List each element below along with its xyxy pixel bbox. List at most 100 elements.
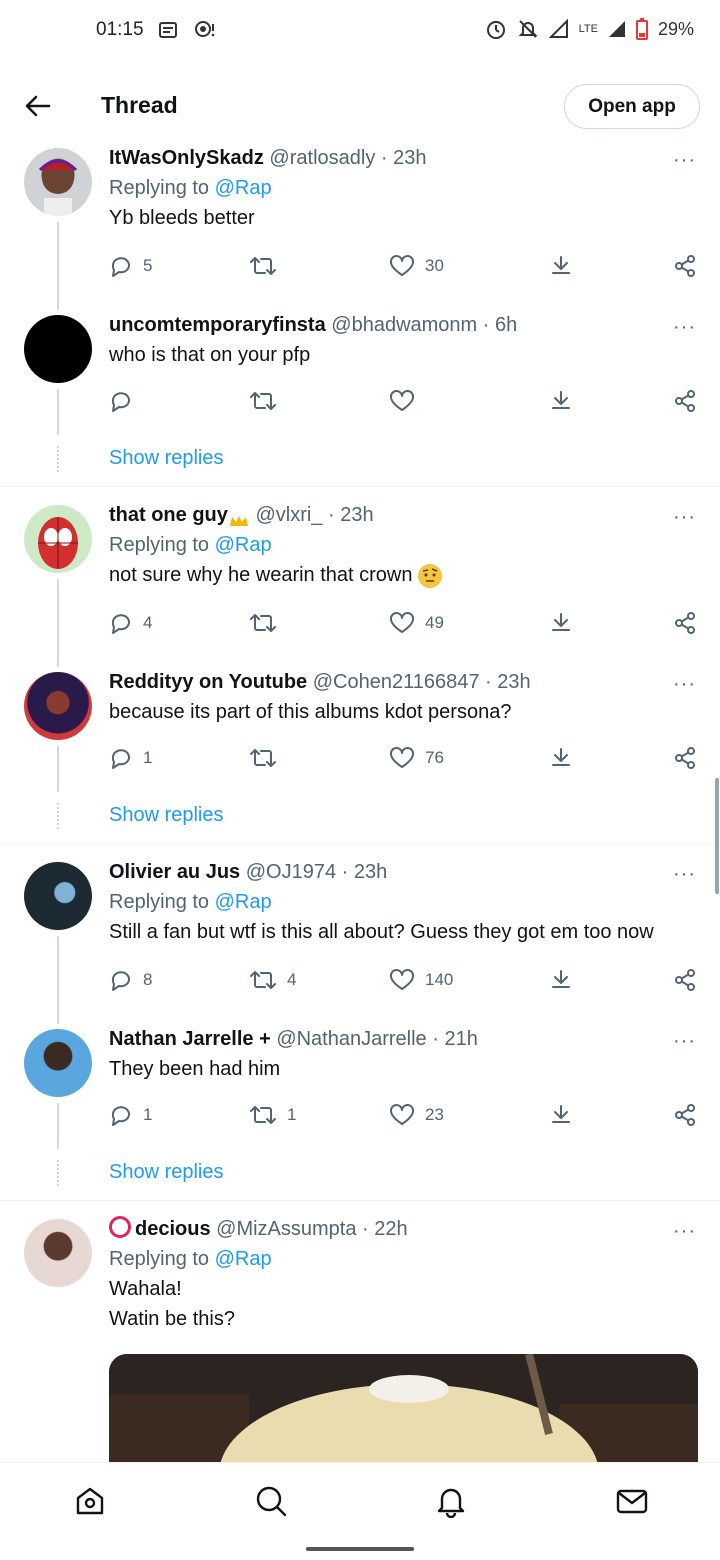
retweet-button[interactable] — [249, 746, 287, 770]
handle[interactable]: @OJ1974 — [246, 861, 336, 883]
timestamp[interactable]: · 21h — [432, 1028, 478, 1050]
display-name[interactable]: uncomtemporaryfinsta — [109, 314, 326, 336]
mention-link[interactable]: @Rap — [215, 534, 272, 556]
share-button[interactable] — [673, 746, 697, 770]
handle[interactable]: @ratlosadly — [269, 147, 375, 169]
reply-count: 1 — [143, 1105, 153, 1124]
replying-label: Replying to — [109, 534, 210, 556]
nav-messages[interactable] — [612, 1481, 652, 1521]
retweet-button[interactable]: 1 — [249, 1103, 296, 1127]
avatar[interactable] — [24, 505, 92, 573]
scrollbar[interactable] — [715, 778, 719, 894]
show-replies-link[interactable]: Show replies — [109, 1161, 224, 1184]
more-options-button[interactable]: ··· — [673, 863, 696, 886]
handle[interactable]: @Cohen21166847 — [313, 671, 480, 693]
display-name[interactable]: Olivier au Jus — [109, 861, 240, 883]
share-button[interactable] — [673, 389, 697, 413]
tweet[interactable]: uncomtemporaryfinsta @bhadwamonm · 6h ··… — [109, 312, 696, 370]
nav-home[interactable] — [70, 1481, 110, 1521]
more-options-button[interactable]: ··· — [673, 1030, 696, 1053]
display-name[interactable]: ItWasOnlySkadz — [109, 147, 264, 169]
mention-link[interactable]: @Rap — [215, 177, 272, 199]
timestamp[interactable]: · 23h — [342, 861, 388, 883]
more-options-button[interactable]: ··· — [673, 1220, 696, 1243]
share-button[interactable] — [673, 1103, 697, 1127]
avatar[interactable] — [24, 1219, 92, 1287]
more-options-button[interactable]: ··· — [673, 149, 696, 172]
more-options-button[interactable]: ··· — [673, 316, 696, 339]
timestamp[interactable]: · 23h — [485, 671, 531, 693]
tweet[interactable]: Olivier au Jus @OJ1974 · 23h ··· Replyin… — [109, 859, 696, 947]
more-options-button[interactable]: ··· — [673, 673, 696, 696]
battery-icon — [635, 18, 648, 40]
reply-button[interactable]: 8 — [109, 968, 152, 992]
handle[interactable]: @NathanJarrelle — [276, 1028, 426, 1050]
heart-icon — [389, 1103, 415, 1127]
tweet[interactable]: Nathan Jarrelle + @NathanJarrelle · 21h … — [109, 1026, 696, 1084]
share-button[interactable] — [673, 968, 697, 992]
timestamp[interactable]: · 23h — [381, 147, 427, 169]
back-button[interactable] — [20, 88, 56, 124]
share-button[interactable] — [673, 611, 697, 635]
handle[interactable]: @bhadwamonm — [331, 314, 477, 336]
like-button[interactable]: 49 — [389, 611, 444, 635]
avatar[interactable] — [24, 1029, 92, 1097]
home-indicator[interactable] — [306, 1547, 414, 1551]
avatar[interactable] — [24, 315, 92, 383]
download-share-button[interactable] — [549, 1103, 573, 1127]
like-button[interactable] — [389, 389, 425, 413]
display-name[interactable]: Reddityy on Youtube — [109, 671, 307, 693]
download-share-button[interactable] — [549, 968, 573, 992]
status-time: 01:15 — [96, 19, 144, 40]
display-name[interactable]: Nathan Jarrelle + — [109, 1028, 271, 1050]
reply-button[interactable]: 1 — [109, 1103, 152, 1127]
handle[interactable]: @vlxri_ — [255, 504, 322, 526]
tweet-actions: 1 76 — [109, 746, 698, 776]
open-app-button[interactable]: Open app — [564, 84, 700, 129]
heart-icon — [389, 254, 415, 278]
more-options-button[interactable]: ··· — [673, 506, 696, 529]
handle[interactable]: @MizAssumpta — [216, 1218, 356, 1240]
home-icon — [76, 1487, 104, 1515]
reply-button[interactable]: 1 — [109, 746, 152, 770]
show-replies-link[interactable]: Show replies — [109, 447, 224, 470]
tweet-actions: 4 49 — [109, 611, 698, 641]
like-count: 49 — [425, 613, 444, 632]
display-name[interactable]: that one guy — [109, 504, 228, 526]
like-button[interactable]: 76 — [389, 746, 444, 770]
reply-button[interactable] — [109, 389, 143, 413]
like-button[interactable]: 140 — [389, 968, 453, 992]
timestamp[interactable]: · 23h — [328, 504, 374, 526]
tweet[interactable]: Reddityy on Youtube @Cohen21166847 · 23h… — [109, 669, 696, 727]
timestamp[interactable]: · 22h — [362, 1218, 408, 1240]
tweet[interactable]: decious @MizAssumpta · 22h ··· Replying … — [109, 1216, 696, 1334]
share-button[interactable] — [673, 254, 697, 278]
avatar[interactable] — [24, 862, 92, 930]
avatar[interactable] — [24, 148, 92, 216]
like-button[interactable]: 23 — [389, 1103, 444, 1127]
reply-button[interactable]: 4 — [109, 611, 152, 635]
download-share-button[interactable] — [549, 389, 573, 413]
reply-button[interactable]: 5 — [109, 254, 152, 278]
retweet-button[interactable] — [249, 254, 287, 278]
nav-notifications[interactable] — [431, 1481, 471, 1521]
nav-search[interactable] — [251, 1481, 291, 1521]
reply-count: 5 — [143, 256, 153, 275]
download-share-button[interactable] — [549, 254, 573, 278]
display-name[interactable]: decious — [135, 1218, 211, 1240]
show-replies-link[interactable]: Show replies — [109, 804, 224, 827]
tweet[interactable]: that one guy @vlxri_ · 23h ··· Replying … — [109, 502, 696, 590]
reply-icon — [109, 389, 133, 413]
timestamp[interactable]: · 6h — [483, 314, 517, 336]
tweet[interactable]: ItWasOnlySkadz @ratlosadly · 23h ··· Rep… — [109, 145, 696, 233]
retweet-button[interactable]: 4 — [249, 968, 296, 992]
mention-link[interactable]: @Rap — [215, 891, 272, 913]
like-button[interactable]: 30 — [389, 254, 444, 278]
mention-link[interactable]: @Rap — [215, 1248, 272, 1270]
download-share-button[interactable] — [549, 611, 573, 635]
avatar[interactable] — [24, 672, 92, 740]
retweet-button[interactable] — [249, 611, 287, 635]
download-share-button[interactable] — [549, 746, 573, 770]
retweet-button[interactable] — [249, 389, 287, 413]
tweet-text: because its part of this albums kdot per… — [109, 701, 512, 723]
